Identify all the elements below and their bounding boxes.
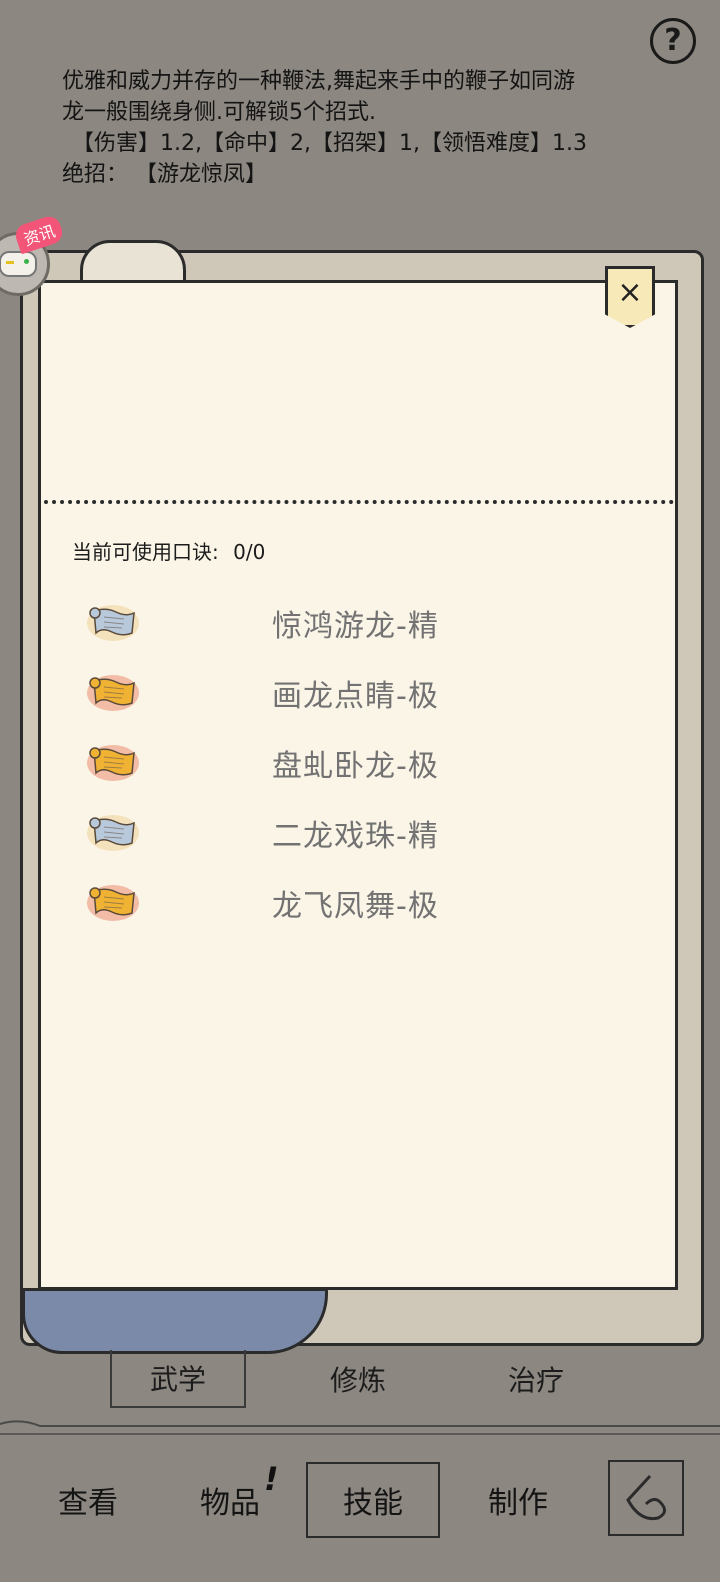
bottom-nav: 查看 物品 ! 技能 制作: [0, 1440, 720, 1582]
skill-name: 盘虬卧龙-极: [272, 749, 439, 784]
nav-skills[interactable]: 技能: [306, 1462, 440, 1538]
gamepad-icon: [0, 251, 37, 277]
scroll-blue-icon: [86, 813, 140, 853]
skill-item[interactable]: 惊鸿游龙-精: [86, 588, 646, 658]
scroll-gold-icon: [86, 743, 140, 783]
nav-view[interactable]: 查看: [40, 1462, 136, 1538]
skill-item[interactable]: 龙飞凤舞-极: [86, 868, 646, 938]
tab-martial-arts[interactable]: 武学: [110, 1350, 246, 1408]
scroll-gold-icon: [86, 883, 140, 923]
skill-description: 优雅和威力并存的一种鞭法,舞起来手中的鞭子如同游 龙一般围绕身侧.可解锁5个招式…: [62, 66, 662, 190]
sub-tabs: 武学 修炼 治疗: [0, 1350, 720, 1410]
scroll-gold-icon: [86, 673, 140, 713]
skill-item[interactable]: 盘虬卧龙-极: [86, 728, 646, 798]
news-tag: 资讯: [12, 213, 66, 255]
mantra-count-value: 0/0: [233, 540, 266, 564]
back-icon: [626, 1474, 666, 1521]
skill-item[interactable]: 二龙戏珠-精: [86, 798, 646, 868]
help-icon: ?: [664, 23, 682, 58]
scroll-roll-bottom: [22, 1288, 328, 1354]
close-icon: ×: [617, 275, 643, 310]
new-item-mark: !: [264, 1460, 279, 1498]
skill-list: 惊鸿游龙-精 画龙点睛-极 盘虬卧龙-极 二龙戏珠-精 龙飞凤舞-极: [86, 588, 646, 938]
skill-name: 龙飞凤舞-极: [272, 889, 439, 924]
skill-name: 惊鸿游龙-精: [272, 609, 439, 644]
help-button[interactable]: ?: [650, 18, 696, 64]
skill-name: 画龙点睛-极: [272, 679, 439, 714]
mantra-count: 当前可使用口诀: 0/0: [72, 536, 265, 565]
scroll-blue-icon: [86, 603, 140, 643]
description-line: 龙一般围绕身侧.可解锁5个招式.: [62, 100, 376, 125]
tab-cultivate[interactable]: 修炼: [290, 1350, 426, 1408]
description-line: 优雅和威力并存的一种鞭法,舞起来手中的鞭子如同游: [62, 69, 575, 94]
ultimate-move: 绝招： 【游龙惊凤】: [62, 162, 267, 187]
back-button[interactable]: [608, 1460, 684, 1536]
mantra-count-label: 当前可使用口诀:: [72, 540, 219, 564]
nav-craft[interactable]: 制作: [470, 1462, 566, 1538]
skill-stats: 【伤害】1.2,【命中】2,【招架】1,【领悟难度】1.3: [72, 131, 587, 156]
wave-divider: [0, 1420, 720, 1435]
skill-name: 二龙戏珠-精: [272, 819, 439, 854]
dotted-divider: [44, 500, 674, 504]
tab-heal[interactable]: 治疗: [468, 1350, 604, 1408]
skill-item[interactable]: 画龙点睛-极: [86, 658, 646, 728]
